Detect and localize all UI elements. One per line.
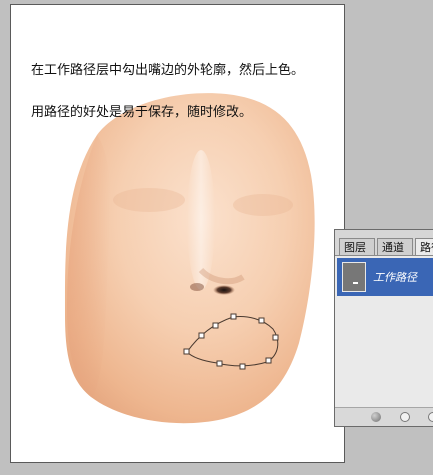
path-label: 工作路径 xyxy=(373,271,417,284)
fill-path-icon[interactable] xyxy=(371,412,381,422)
paths-list: 工作路径 xyxy=(335,255,433,411)
paths-panel: 图层 通道 路径 工作路径 xyxy=(334,229,433,427)
tab-layers[interactable]: 图层 xyxy=(339,238,375,255)
caption-line-1: 在工作路径层中勾出嘴边的外轮廓，然后上色。 xyxy=(31,63,305,78)
document-canvas: 在工作路径层中勾出嘴边的外轮廓，然后上色。 用路径的好处是易于保存，随时修改。 xyxy=(10,4,345,463)
path-row-work-path[interactable]: 工作路径 xyxy=(337,258,433,296)
caption-line-2: 用路径的好处是易于保存，随时修改。 xyxy=(31,105,253,120)
panel-tab-bar: 图层 通道 路径 xyxy=(335,230,433,256)
path-thumbnail xyxy=(342,262,366,292)
tab-paths[interactable]: 路径 xyxy=(415,238,433,255)
panel-button-bar xyxy=(335,407,433,426)
stroke-path-icon[interactable] xyxy=(400,412,410,422)
load-selection-icon[interactable] xyxy=(428,412,433,422)
tab-channels[interactable]: 通道 xyxy=(377,238,413,255)
instruction-caption: 在工作路径层中勾出嘴边的外轮廓，然后上色。 用路径的好处是易于保存，随时修改。 xyxy=(31,39,344,144)
